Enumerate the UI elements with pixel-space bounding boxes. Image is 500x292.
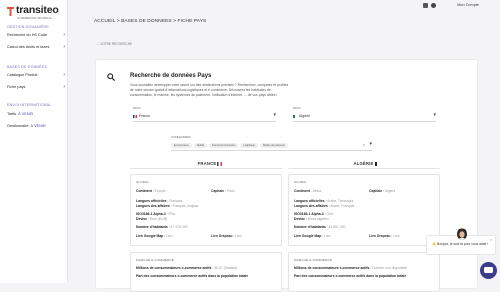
sidebar-item-hs-code[interactable]: Recherche du HS Code › [7,32,65,38]
sidebar-item-label: Calcul des droits et taxes [7,45,50,49]
ecommerce-share-row: Part des consommateurs e-commerce actifs… [136,274,249,278]
chat-message: 👋 Bonjour, je suis là pour vous aider ! [432,242,489,246]
notification-icon[interactable] [431,3,436,8]
ecommerce-share-row: Part des consommateurs e-commerce actifs… [294,274,407,278]
avatar-icon [457,229,467,240]
chat-icon [484,267,493,273]
breadcrumb: ACCUEIL > BASES DE DONNEES > FICHE PAYS [94,19,207,24]
category-chip[interactable]: Modes de paiement [259,143,288,148]
country-a-value: France [133,114,150,118]
brand-tagline: COMMERCE MONDIAL [17,16,53,20]
panel-heading: GLOBAL [294,180,308,184]
google-map-row[interactable]: Lien Google Map : Lien [294,234,331,238]
divider [288,168,440,169]
continent-row: Continent : Europe [136,189,166,193]
back-to-search-link[interactable]: ← VOTRE RECHERCHE [96,42,132,46]
global-panel-a: GLOBAL Continent : Europe Capitale : Par… [130,174,282,246]
divider [130,168,282,169]
iso-row: ISO3166-1 Alpha-3 : DZA [294,212,334,216]
chevron-right-icon: › [63,32,65,38]
categories-label: CATEGORIES [171,135,191,139]
chevron-down-icon: ▾ [433,112,436,118]
chevron-down-icon: ▾ [369,141,372,147]
support-avatar [457,228,467,240]
sidebar-item-duties[interactable]: Calcul des droits et taxes › [7,44,65,50]
panel-heading: MARCHÉ E-COMMERCE [294,258,333,262]
iso-row: ISO3166-1 Alpha-3 : FRA [136,212,176,216]
ecommerce-panel-b: MARCHÉ E-COMMERCE Millions de consommate… [288,252,440,292]
google-map-row[interactable]: Lien Google Map : Lien [136,234,173,238]
official-languages-row: Langues officielles : Français [136,199,183,203]
sidebar-section-shipping: ENVOI INTERNATIONAL [7,103,52,107]
flag-link-row[interactable]: Lien Drapeau : Lien [211,234,242,238]
sidebar-item-label: Tarifs [7,112,17,116]
continent-row: Continent : Africa [294,189,322,193]
sidebar-section-databases: BASES DE DONNÉES [7,65,47,69]
business-languages-row: Langues des affaires : Arabe, Français [294,204,355,208]
country-b-value: Algérie [293,114,310,118]
brand-name: transiteo [16,4,59,16]
sidebar-item-catalog[interactable]: Catalogue Produit › [7,72,65,78]
flag-link-row[interactable]: Lien Drapeau : Lien [369,234,400,238]
flag-algeria-icon [293,114,297,118]
population-row: Nombre d'habitants : 67 376 000 [136,225,188,229]
flag-france-icon [133,114,137,118]
topbar: Mon Compte [68,0,500,12]
chat-greeting[interactable]: × 👋 Bonjour, je suis là pour vous aider … [426,228,496,255]
column-header-b: ALGÉRIE [290,161,440,166]
chevron-right-icon: › [63,84,65,90]
flag-france-icon [217,162,223,166]
ecommerce-consumers-row: Millions de consommateurs e-commerce act… [136,266,238,270]
page-title: Recherche de données Pays [130,73,212,79]
chat-launcher-button[interactable] [480,262,497,279]
official-languages-row: Langues officielles : Arabe, Tamazight [294,199,354,203]
search-icon [107,73,115,81]
global-panel-b: GLOBAL Continent : Africa Capitale : Alg… [288,174,440,246]
clear-icon[interactable]: × [363,142,365,147]
sidebar-section-customs: GESTION DOUANIÈRE [7,25,49,29]
account-link[interactable]: Mon Compte [457,3,479,7]
sidebar-item-label: Gestionnaire [7,124,29,128]
sidebar-item-label: Fiche pays [7,85,26,89]
logo-mark-icon [7,7,14,16]
sidebar-item-manager[interactable]: Gestionnaire À VENIR [7,124,65,128]
country-b-select[interactable]: PAYS Algérie ▾ [293,106,436,122]
chevron-right-icon: › [63,44,65,50]
category-chip[interactable]: Global [193,143,207,148]
sidebar-item-rates[interactable]: Tarifs À VENIR [7,112,65,116]
categories-select[interactable]: CATEGORIES E-Commerce Global Internet & … [171,135,372,151]
population-row: Nombre d'habitants : 43 851 000 [294,225,346,229]
currency-row: Devise : Dinar algérien [294,217,329,221]
chevron-right-icon: › [63,72,65,78]
category-chip[interactable]: Logistique [240,143,258,148]
page-description: Vous souhaitez développer votre savoir s… [130,83,289,97]
currency-row: Devise : Euro (EUR) [136,217,168,221]
country-b-label: PAYS [293,106,301,110]
category-chip[interactable]: E-Commerce [171,143,192,148]
country-a-label: PAYS [133,106,141,110]
panel-heading: MARCHÉ E-COMMERCE [136,258,175,262]
sidebar-item-label: Catalogue Produit [7,73,38,77]
capital-row: Capitale : Paris [211,189,235,193]
column-header-a: FRANCE [135,161,285,166]
chevron-down-icon: ▾ [273,112,276,118]
flag-algeria-icon [374,162,377,166]
capital-row: Capitale : Algiers [369,189,396,193]
ecommerce-consumers-row: Millions de consommateurs e-commerce act… [294,266,407,270]
country-a-select[interactable]: PAYS France ▾ [133,106,276,122]
sidebar-item-country-sheet[interactable]: Fiche pays › [7,84,65,90]
sidebar: transiteo COMMERCE MONDIAL GESTION DOUAN… [0,0,68,283]
ecommerce-panel-a: MARCHÉ E-COMMERCE Millions de consommate… [130,252,282,292]
business-languages-row: Langues des affaires : Français, Anglais [136,204,199,208]
coming-soon-badge: À VENIR [30,124,46,128]
sidebar-item-label: Recherche du HS Code [7,33,48,37]
panel-heading: GLOBAL [136,180,150,184]
transiteo-logo[interactable]: transiteo COMMERCE MONDIAL [6,3,66,21]
category-chip[interactable]: Internet & Connexion [208,143,239,148]
coming-soon-badge: À VENIR [18,112,34,116]
document-icon[interactable] [423,3,428,8]
